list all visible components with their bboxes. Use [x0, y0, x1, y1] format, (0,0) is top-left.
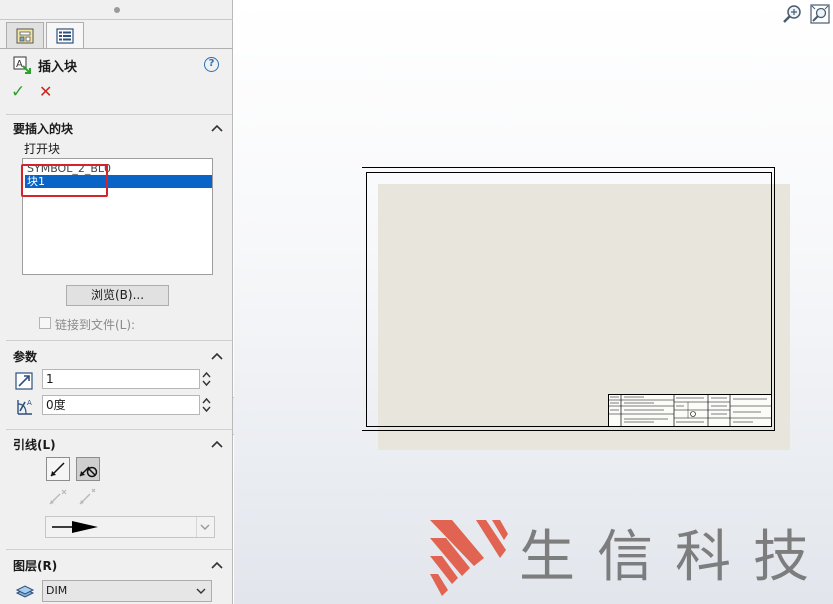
sheet-border-inner — [366, 172, 772, 427]
leader-left-disabled-icon[interactable] — [47, 485, 69, 507]
collapse-chevron-icon[interactable] — [210, 123, 224, 133]
angle-spinner[interactable] — [200, 395, 213, 415]
scale-spinner[interactable] — [200, 369, 213, 389]
rotation-angle-icon: A — [17, 399, 32, 415]
section-divider — [6, 429, 232, 430]
open-blocks-label: 打开块 — [24, 142, 61, 156]
section-title-blocks: 要插入的块 — [13, 122, 74, 136]
property-manager-title: 插入块 — [38, 60, 78, 75]
link-to-file-checkbox[interactable] — [39, 317, 51, 329]
leader-button[interactable] — [46, 457, 70, 481]
svg-text:A: A — [27, 399, 32, 407]
layer-dropdown[interactable]: DIM — [42, 580, 212, 602]
arrow-style-icon — [52, 521, 98, 533]
link-to-file-label: 链接到文件(L): — [55, 318, 136, 332]
angle-input[interactable]: 0度 — [42, 395, 200, 415]
section-divider — [6, 114, 232, 115]
leader-right-disabled-icon[interactable] — [77, 485, 99, 507]
collapse-chevron-icon[interactable] — [210, 351, 224, 361]
zoom-to-fit-icon[interactable] — [809, 4, 831, 24]
watermark-text: 生信科技 — [519, 525, 831, 590]
chevron-down-icon — [200, 524, 210, 530]
zoom-icon[interactable] — [782, 4, 804, 24]
ok-button[interactable]: ✓ — [11, 82, 25, 102]
svg-text:A: A — [16, 59, 23, 70]
graphics-area[interactable]: 生信科技 — [234, 0, 833, 604]
section-divider — [6, 340, 232, 341]
collapse-chevron-icon[interactable] — [210, 439, 224, 449]
tab-feature-manager[interactable] — [6, 22, 44, 48]
scale-input[interactable]: 1 — [42, 369, 200, 389]
feature-tree-icon — [16, 28, 34, 43]
tab-property-manager[interactable] — [46, 22, 84, 49]
sheet-border-line — [362, 430, 775, 431]
cancel-button[interactable]: ✕ — [39, 82, 52, 102]
section-title-parameters: 参数 — [13, 350, 38, 364]
tabs-divider — [0, 48, 233, 49]
browse-button[interactable]: 浏览(B)... — [66, 285, 169, 306]
scale-icon — [15, 372, 33, 390]
collapse-chevron-icon[interactable] — [210, 560, 224, 570]
leader-arrow-icon — [50, 462, 65, 477]
annotation-highlight-box — [21, 164, 108, 197]
arrow-style-dropdown[interactable] — [45, 516, 215, 538]
no-leader-button[interactable] — [76, 457, 100, 481]
help-button[interactable]: ? — [204, 57, 219, 72]
property-manager-panel: A 插入块 ? ✓ ✕ 要插入的块 打开块 SYMBOL_2_BL0 块1 浏览… — [0, 0, 233, 604]
insert-block-icon: A — [13, 56, 31, 74]
sheet-border-line — [362, 167, 775, 168]
arrow-style-dropdown-toggle[interactable] — [196, 517, 214, 537]
section-title-leader: 引线(L) — [13, 438, 56, 452]
watermark-logo-icon — [430, 520, 508, 596]
layers-icon — [15, 585, 35, 598]
title-block-graphic — [608, 394, 772, 427]
no-leader-icon — [79, 466, 98, 478]
section-title-layer: 图层(R) — [13, 559, 58, 573]
property-list-icon — [56, 28, 74, 44]
layer-dropdown-toggle[interactable] — [193, 581, 211, 601]
section-divider — [6, 549, 232, 550]
layer-dropdown-value: DIM — [46, 584, 68, 597]
chevron-down-icon — [196, 588, 206, 594]
panel-divider — [0, 19, 233, 20]
panel-resize-grip[interactable] — [114, 7, 120, 13]
